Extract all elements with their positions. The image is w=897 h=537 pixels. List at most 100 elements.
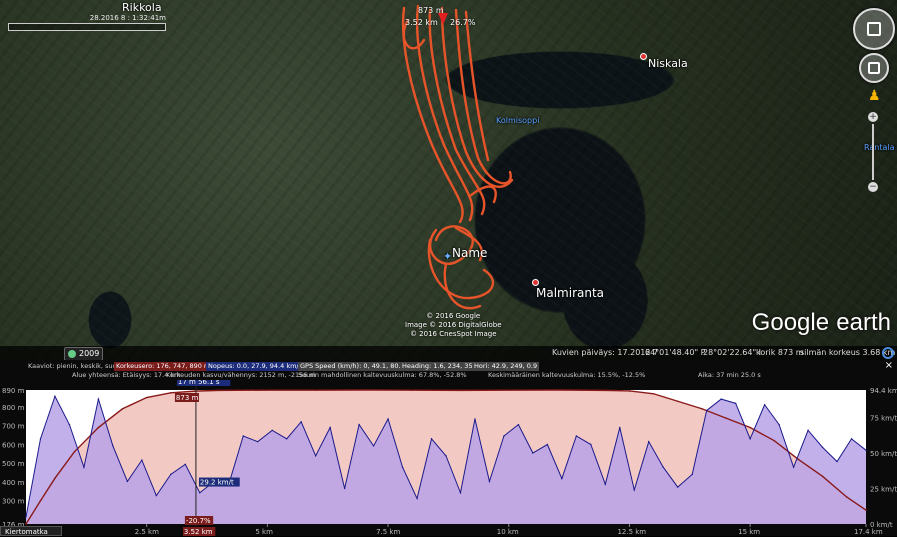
zoom-out-icon[interactable]: − [868,182,878,192]
zoom-slider[interactable]: + − [868,112,878,192]
place-label-malmiranta[interactable]: Malmiranta [536,286,604,300]
profile-stat[interactable]: Nopeus: 0.0, 27.9, 94.4 km/t [206,362,304,371]
speed-point [358,423,360,426]
x-tick-label: 12.5 km [617,528,646,536]
elevation-point [821,475,824,478]
elevation-point [749,426,751,429]
cursor-altitude-label: 873 m [176,394,199,402]
look-control[interactable] [853,8,895,50]
cursor-distance: 3.52 km [405,18,438,27]
speed-point [763,404,766,406]
speed-point [662,466,664,468]
cursor-grade-label: -20.7% [186,517,211,525]
cursor-time-label: 17 m 56.1 s [178,380,220,386]
speed-point [372,445,375,447]
speed-point [807,429,809,432]
speed-point [532,452,534,454]
profile-stat[interactable]: Hori: 42.9, 249, 0.9 [472,362,540,371]
speed-point [821,446,824,449]
speed-point [242,435,244,437]
speed-point [619,426,621,429]
speed-point [865,449,867,451]
elevation-point [145,396,148,399]
y-right-tick-label: 50 km/t [870,450,897,458]
elevation-point [459,389,462,392]
elevation-point [97,426,100,429]
google-earth-logo: Google earth [752,306,891,337]
elevation-point [773,439,776,442]
speed-point [430,438,433,440]
elevation-point [556,389,558,391]
round-trip-button[interactable]: Kiertomatka [0,526,62,536]
speed-point [184,463,187,466]
status-bar: Kuvien päiväys: 17.2012 7 64°01'48.40" P… [0,346,897,360]
copyright-line: Image © 2016 DigitalGlobe [405,321,502,329]
elevation-point [676,400,679,403]
zoom-track [872,124,874,180]
historical-imagery-badge[interactable]: 2009 [64,347,104,360]
scale-label: 28.2016 8 : 1:32:41m [89,14,166,22]
x-tick-label: 2.5 km [135,528,159,536]
speed-point [416,497,418,500]
pegman-icon[interactable]: ♟ [868,86,881,106]
x-tick-label: 17.4 km [854,528,883,536]
elevation-point [170,392,172,394]
profile-stat: Suurin mahdollinen kaltevuuskulma: 67.8%… [298,371,467,379]
copyright-notice: © 2016 Google Image © 2016 DigitalGlobe … [405,312,502,339]
cursor-distance-label: 3.52 km [184,528,213,536]
cursor-marker-icon [438,13,448,25]
move-control[interactable] [859,53,889,83]
place-pin-malmiranta[interactable] [532,279,539,286]
speed-point [503,435,505,437]
y-left-tick-label: 500 m [2,460,25,468]
speed-point [285,438,288,440]
speed-point [648,440,650,443]
x-tick-label: 5 km [255,528,273,536]
elevation-profile-chart[interactable]: 890 m800 m700 m600 m500 m400 m300 m176 m… [0,380,897,536]
close-profile-icon[interactable]: × [885,360,893,371]
elevation-point [628,390,631,392]
placemark-label-name[interactable]: Name [452,246,487,260]
place-label-niskala[interactable]: Niskala [648,57,688,70]
speed-point [850,438,853,440]
latitude: 64°01'48.40" P [645,348,706,357]
profile-stat[interactable]: Korkeusero: 176, 747, 890 m [114,362,213,371]
speed-point [778,423,780,426]
y-left-tick-label: 890 m [2,387,25,395]
speed-point [199,492,201,494]
eye-icon [867,22,881,36]
speed-point [141,459,143,461]
lake-label-kolmisoppi[interactable]: Kolmisoppi [496,116,539,125]
placemark-icon[interactable]: ✦ [443,250,452,263]
copyright-line: © 2016 Google [426,312,481,320]
pan-icon [868,62,880,74]
elevation-point [865,509,867,511]
speed-point [677,486,679,488]
y-left-tick-label: 300 m [2,498,25,506]
profile-stat: Aika: 37 min 25.0 s [698,371,761,379]
place-label-rikkola[interactable]: Rikkola [122,1,162,14]
elevation-point [797,458,800,461]
x-tick-label: 7.5 km [376,528,400,536]
x-tick-label: 10 km [497,528,519,536]
speed-point [604,483,607,485]
speed-point [54,395,56,397]
elevation-point [54,477,56,480]
y-left-tick-label: 700 m [2,423,25,431]
y-left-tick-label: 800 m [2,404,25,412]
elevation-point [314,389,317,391]
place-pin-niskala[interactable] [640,53,647,60]
elevation-point [845,496,848,498]
eye-altitude: silmän korkeus 3.68 km [800,348,896,357]
speed-point [25,516,27,518]
zoom-in-icon[interactable]: + [868,112,878,122]
scale-bar-graphic [8,23,166,31]
map-view[interactable]: 28.2016 8 : 1:32:41m Rikkola Niskala Kol… [0,0,897,360]
profile-stat[interactable]: Heading: 1.6, 234, 358 [400,362,479,371]
profile-stat[interactable]: GPS Speed (km/h): 0, 49.1, 80.4 [298,362,407,371]
scale-bar: 28.2016 8 : 1:32:41m [8,14,166,31]
speed-point [633,489,635,491]
speed-point [271,429,273,432]
elevation: korik 873 m [756,348,804,357]
imagery-date: Kuvien päiväys: 17.2012 7 [552,348,659,357]
